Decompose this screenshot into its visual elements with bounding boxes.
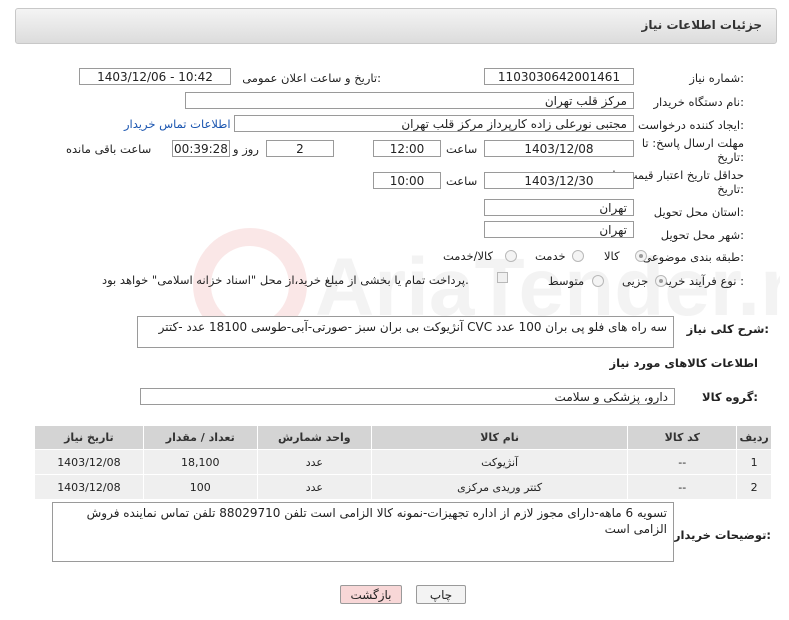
reply-deadline-label-date: تاریخ: [717,150,744,164]
cell-unit: عدد [256,449,372,475]
price-time-field: 10:00 [373,172,441,189]
category-radio-service[interactable] [572,250,584,262]
cell-quantity: 18,100 [142,449,258,475]
category-radio-goods[interactable] [635,250,647,262]
goods-table: ردیف کد کالا نام کالا واحد شمارش تعداد /… [34,425,772,500]
province-field: تهران [484,199,634,216]
reply-deadline-label: مهلت ارسال پاسخ: تا [641,136,744,150]
category-option-service: خدمت [535,249,566,263]
goods-info-title: اطلاعات کالاهای مورد نیاز [609,356,758,370]
days-field: 2 [266,140,334,157]
buyer-org-label: نام دستگاه خریدار: [653,95,744,109]
cell-date: 1403/12/08 [34,474,144,500]
table-row: 2 -- کتتر وریدی مرکزی عدد 100 1403/12/08 [34,474,772,500]
column-header-code: کد کالا [627,425,738,450]
price-validity-label-date: تاریخ: [717,182,744,196]
cell-date: 1403/12/08 [34,449,144,475]
category-label: طبقه بندی موضوعی: [642,250,744,264]
price-date-field: 1403/12/30 [484,172,634,189]
cell-name: کتتر وریدی مرکزی [370,474,629,500]
price-time-label: ساعت [446,174,478,188]
cell-code: -- [627,449,738,475]
page-title: جزئیات اطلاعات نیاز [641,18,762,32]
cell-code: -- [627,474,738,500]
process-radio-minor[interactable] [655,275,667,287]
category-option-both: کالا/خدمت [443,249,494,263]
days-label: روز و [233,142,259,156]
buyer-notes-field: تسویه 6 ماهه-دارای مجوز لازم از اداره تج… [52,502,674,562]
header-panel: جزئیات اطلاعات نیاز [15,8,777,44]
buyer-notes-label: توضیحات خریدار: [673,528,771,542]
cell-row-number: 2 [736,474,772,500]
reply-time-label: ساعت [446,142,478,156]
column-header-date: تاریخ نیاز [34,425,144,450]
need-number-field: 1103030642001461 [484,68,634,85]
remaining-time-field: 00:39:28 [172,140,230,157]
process-option-medium: متوسط [548,274,585,288]
treasury-payment-note: پرداخت تمام یا بخشی از مبلغ خرید،از محل … [102,273,469,287]
buyer-org-field: مرکز قلب تهران [185,92,634,109]
process-radio-medium[interactable] [592,275,604,287]
description-field: آنژیوکت بی بران سبز -صورتی-آبی-طوسی 1810… [137,316,674,348]
print-button[interactable]: چاپ [416,585,466,604]
cell-row-number: 1 [736,449,772,475]
city-field: تهران [484,221,634,238]
column-header-quantity: تعداد / مقدار [142,425,258,450]
goods-group-field: دارو، پزشکی و سلامت [140,388,675,405]
cell-quantity: 100 [142,474,258,500]
city-label: شهر محل تحویل: [660,228,744,242]
reply-time-field: 12:00 [373,140,441,157]
reply-date-field: 1403/12/08 [484,140,634,157]
process-option-minor: جزیی [622,274,649,288]
process-label: نوع فرآیند خرید : [662,274,744,288]
announce-field: 1403/12/06 - 10:42 [79,68,231,85]
remaining-label: ساعت باقی مانده [66,142,152,156]
description-label: شرح کلی نیاز: [686,322,769,336]
table-header-row: ردیف کد کالا نام کالا واحد شمارش تعداد /… [34,425,772,450]
column-header-name: نام کالا [370,425,629,450]
announce-label: تاریخ و ساعت اعلان عمومی: [242,71,381,85]
cell-name: آنژیوکت [370,449,629,475]
back-button[interactable]: بازگشت [340,585,402,604]
need-number-label: شماره نیاز: [689,71,744,85]
requester-label: ایجاد کننده درخواست: [638,118,744,132]
goods-group-label: گروه کالا: [702,390,758,404]
province-label: استان محل تحویل: [653,205,744,219]
cell-unit: عدد [256,474,372,500]
table-row: 1 -- آنژیوکت عدد 18,100 1403/12/08 [34,449,772,475]
column-header-unit: واحد شمارش [256,425,372,450]
column-header-row-number: ردیف [736,425,772,450]
requester-field: مجتبی نورعلی زاده کارپرداز مرکز قلب تهرا… [234,115,634,132]
category-radio-both[interactable] [505,250,517,262]
category-option-goods: کالا [604,249,620,263]
treasury-payment-checkbox[interactable] [497,272,508,283]
buyer-contact-link[interactable]: اطلاعات تماس خریدار [124,117,231,131]
